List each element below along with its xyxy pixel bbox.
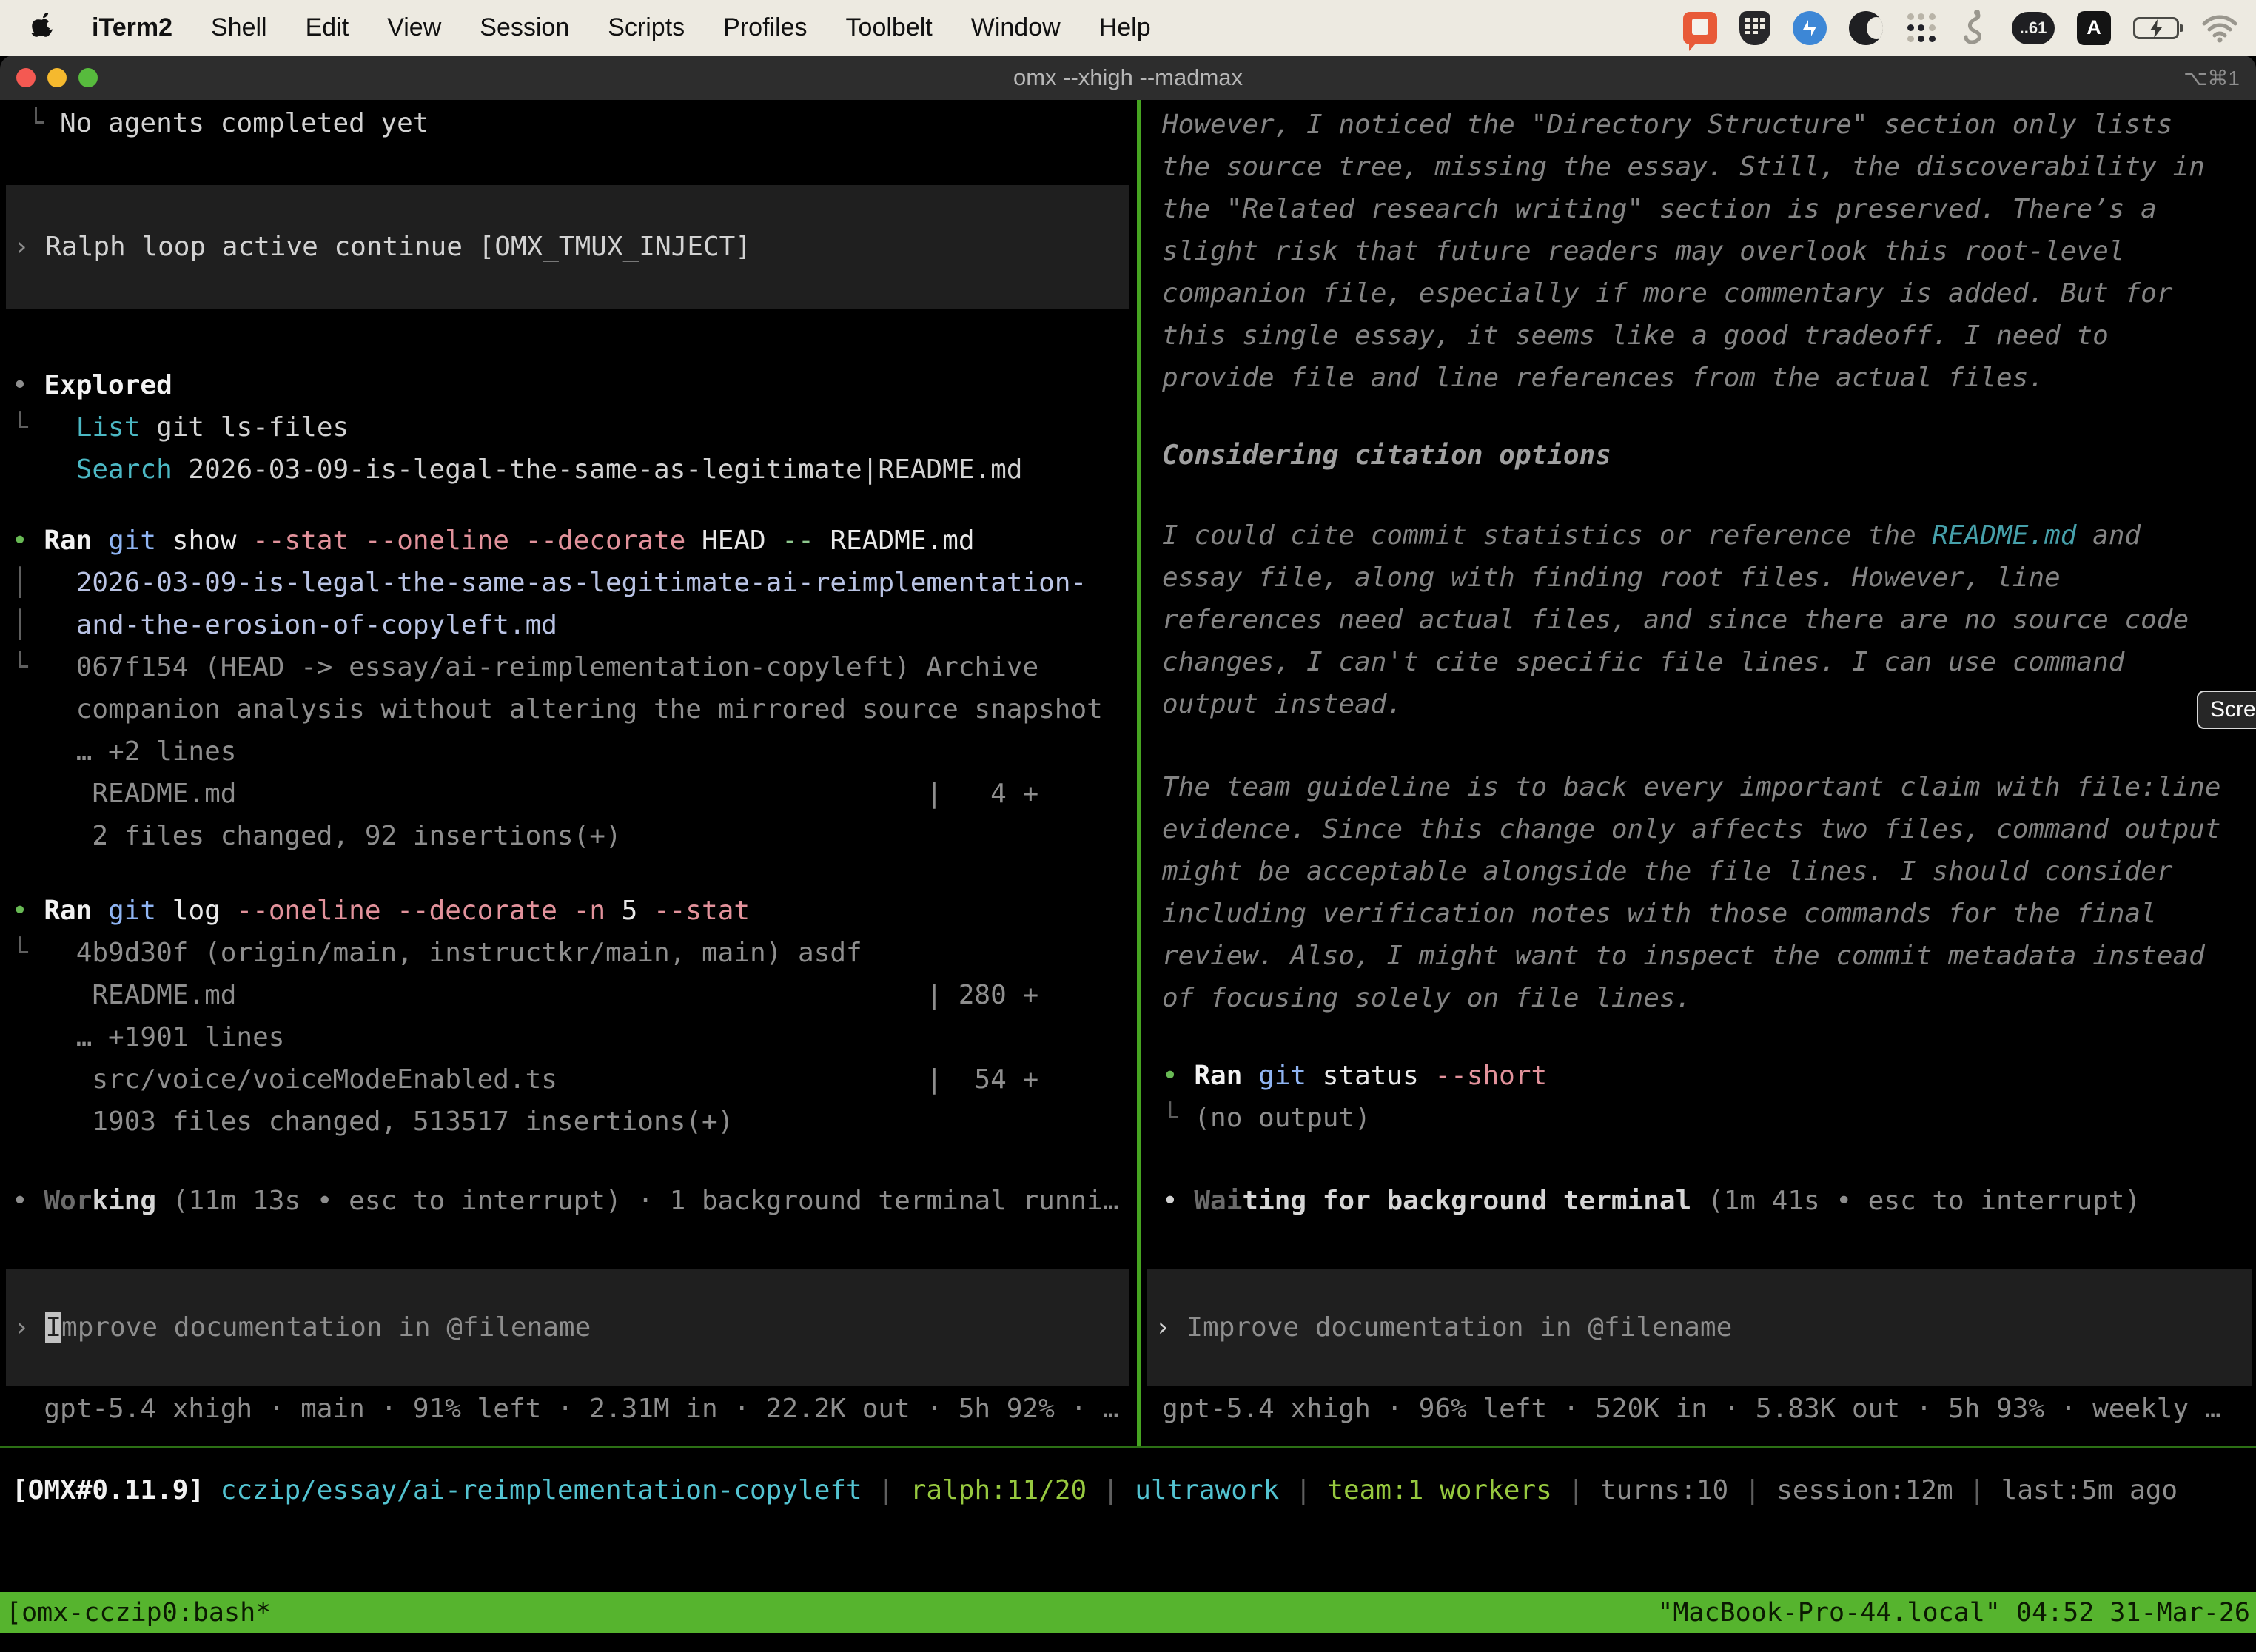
ran-git-log-block: • Ran git log --oneline --decorate -n 5 … [12, 890, 1038, 1143]
window-title-bar[interactable]: omx --xhigh --madmax ⌥⌘1 [0, 56, 2256, 100]
prompt-text-left: › Improve documentation in @filename [13, 1306, 591, 1349]
crescent-pie-icon[interactable] [1849, 11, 1883, 45]
menu-item-shell[interactable]: Shell [211, 13, 267, 42]
traffic-lights [16, 56, 98, 100]
ran-git-status-block: • Ran git status --short└ (no output) [1162, 1055, 1547, 1139]
menu-status-icons: ..61 A [1683, 10, 2238, 47]
session-stats-left: gpt-5.4 xhigh · main · 91% left · 2.31M … [12, 1388, 1119, 1430]
close-button[interactable] [16, 68, 36, 87]
horizontal-pane-border [0, 1446, 2256, 1448]
zoom-button[interactable] [78, 68, 98, 87]
right-pane[interactable]: However, I noticed the "Directory Struct… [1144, 100, 2256, 1446]
left-pane[interactable]: └ No agents completed yet › Ralph loop a… [0, 100, 1137, 1446]
ralph-loop-text: › Ralph loop active continue [OMX_TMUX_I… [13, 226, 751, 268]
ran-git-show-block: • Ran git show --stat --oneline --decora… [12, 520, 1103, 857]
blue-badge-icon[interactable] [1793, 11, 1827, 45]
menu-item-session[interactable]: Session [480, 13, 569, 42]
reasoning-paragraph-3: The team guideline is to back every impo… [1162, 766, 2220, 1019]
ralph-loop-box[interactable]: › Ralph loop active continue [OMX_TMUX_I… [6, 185, 1129, 309]
menu-item-scripts[interactable]: Scripts [608, 13, 685, 42]
agents-note: └ No agents completed yet [12, 102, 429, 144]
count-badge-icon[interactable]: ..61 [2012, 12, 2055, 44]
menu-item-window[interactable]: Window [971, 13, 1061, 42]
reasoning-paragraph-2: I could cite commit statistics or refere… [1162, 514, 2189, 725]
screen-indicator-chip[interactable]: Scre [2197, 691, 2256, 729]
omx-status-bar: [OMX#0.11.9] cczip/essay/ai-reimplementa… [12, 1469, 2178, 1511]
apple-menu-icon[interactable] [31, 13, 56, 43]
iterm-window: omx --xhigh --madmax ⌥⌘1 └ No agents com… [0, 56, 2256, 1652]
session-stats-right: gpt-5.4 xhigh · 96% left · 520K in · 5.8… [1162, 1388, 2220, 1430]
menu-item-view[interactable]: View [387, 13, 441, 42]
reasoning-paragraph-1: However, I noticed the "Directory Struct… [1162, 104, 2205, 399]
waiting-status-line: • Waiting for background terminal (1m 41… [1162, 1180, 2141, 1222]
reasoning-heading: Considering citation options [1162, 434, 1611, 477]
a-key-icon[interactable]: A [2077, 11, 2111, 45]
tmux-host-clock: "MacBook-Pro-44.local" 04:52 31-Mar-26 [1657, 1598, 2250, 1628]
menu-item-iterm2[interactable]: iTerm2 [92, 13, 172, 42]
tmux-session-label[interactable]: [omx-cczip0:bash* [6, 1598, 271, 1628]
working-status-line: • Working (11m 13s • esc to interrupt) ·… [12, 1180, 1119, 1222]
menu-item-toolbelt[interactable]: Toolbelt [846, 13, 933, 42]
menu-item-help[interactable]: Help [1099, 13, 1151, 42]
explored-section: • Explored└ List git ls-files Search 202… [12, 364, 1022, 491]
pane-divider[interactable] [1137, 100, 1141, 1446]
terminal-content: └ No agents completed yet › Ralph loop a… [0, 100, 2256, 1652]
minimize-button[interactable] [47, 68, 67, 87]
shield-grid-icon[interactable] [1739, 11, 1770, 45]
dots-grid-icon[interactable] [1905, 12, 1938, 44]
menu-item-profiles[interactable]: Profiles [723, 13, 807, 42]
prompt-input-left[interactable]: › Improve documentation in @filename [6, 1269, 1129, 1386]
chat-app-icon[interactable] [1683, 12, 1717, 44]
prompt-text-right: › Improve documentation in @filename [1155, 1306, 1732, 1349]
wifi-icon[interactable] [2201, 13, 2238, 43]
menu-items: iTerm2 Shell Edit View Session Scripts P… [92, 13, 1151, 42]
tmux-status-bar: [omx-cczip0:bash* "MacBook-Pro-44.local"… [0, 1592, 2256, 1633]
window-title: omx --xhigh --madmax [0, 64, 2256, 91]
window-shortcut-hint: ⌥⌘1 [2183, 56, 2240, 100]
menu-item-edit[interactable]: Edit [306, 13, 349, 42]
battery-icon[interactable] [2133, 17, 2179, 39]
prompt-input-right[interactable]: › Improve documentation in @filename [1147, 1269, 2252, 1386]
menu-bar: iTerm2 Shell Edit View Session Scripts P… [0, 0, 2256, 56]
dragon-icon[interactable] [1960, 10, 1990, 47]
